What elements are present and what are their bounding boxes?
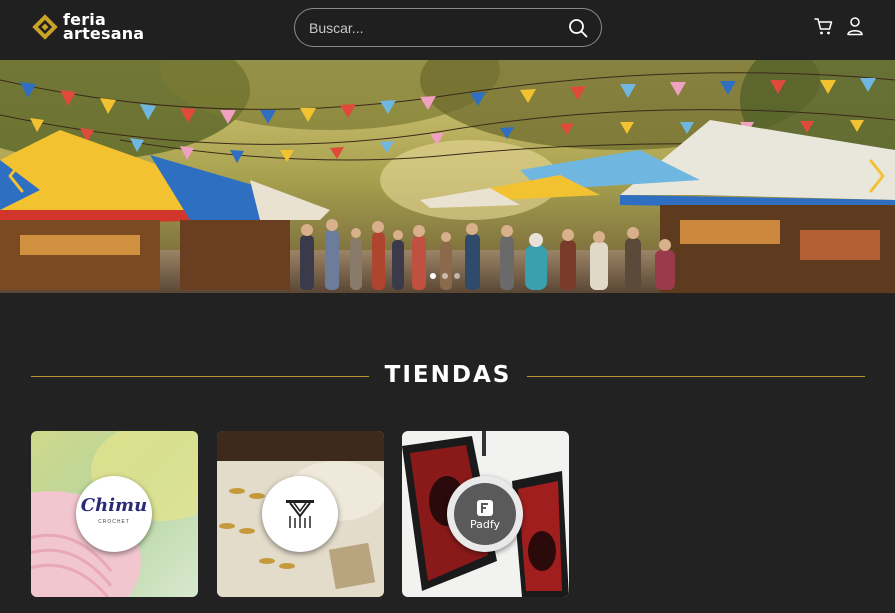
carousel-dot-2[interactable] bbox=[442, 273, 448, 279]
logo-line-2: artesana bbox=[63, 24, 145, 43]
logo-diamond-icon bbox=[32, 14, 58, 40]
site-header: feria artesana bbox=[0, 0, 895, 60]
carousel-next-arrow-icon[interactable] bbox=[867, 158, 887, 194]
hero-carousel bbox=[0, 60, 895, 293]
macrame-logo bbox=[262, 476, 338, 552]
chimu-logo-subtext: CROCHET bbox=[98, 519, 130, 525]
chimu-logo: Chimu CROCHET bbox=[76, 476, 152, 552]
store-card-padfy[interactable]: Padfy bbox=[402, 431, 569, 597]
search-input[interactable] bbox=[309, 17, 559, 39]
carousel-prev-arrow-icon[interactable] bbox=[6, 158, 26, 194]
macrame-logo-icon bbox=[286, 500, 314, 528]
padfy-logo: Padfy bbox=[447, 476, 523, 552]
carousel-dot-1[interactable] bbox=[430, 273, 436, 279]
carousel-dots bbox=[430, 273, 460, 283]
padfy-logo-icon bbox=[477, 499, 493, 516]
hero-market-image bbox=[0, 60, 895, 293]
logo-link[interactable]: feria artesana bbox=[31, 10, 151, 44]
chimu-logo-text: Chimu bbox=[80, 495, 148, 516]
search-icon[interactable] bbox=[568, 18, 588, 38]
search-bar bbox=[294, 8, 602, 47]
section-divider-right bbox=[527, 376, 865, 377]
user-icon[interactable] bbox=[846, 16, 864, 36]
logo-text: feria artesana bbox=[63, 12, 145, 43]
padfy-logo-text: Padfy bbox=[469, 517, 501, 531]
section-title: TIENDAS bbox=[384, 362, 512, 388]
cart-icon[interactable] bbox=[814, 17, 833, 36]
store-card-macrame[interactable] bbox=[217, 431, 384, 597]
section-divider-left bbox=[31, 376, 369, 377]
store-card-chimu[interactable]: Chimu CROCHET bbox=[31, 431, 198, 597]
carousel-dot-3[interactable] bbox=[454, 273, 460, 279]
